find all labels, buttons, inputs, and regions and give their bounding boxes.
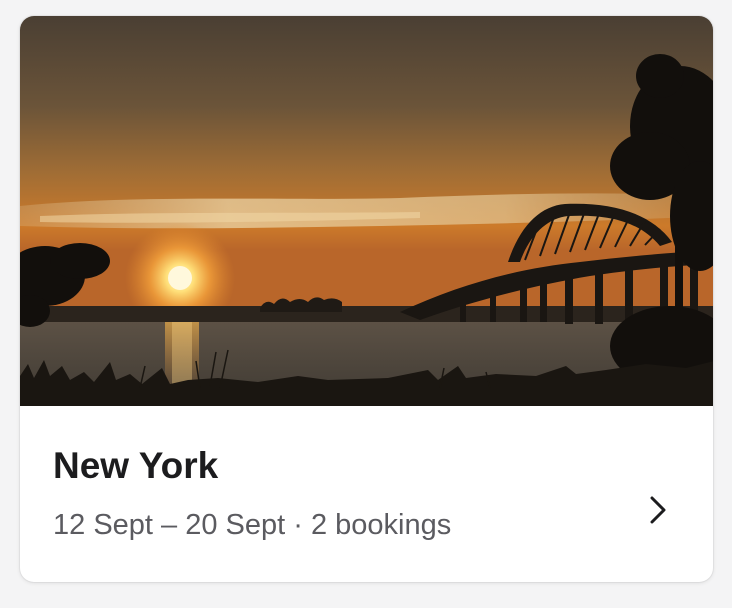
trip-card[interactable]: New York 12 Sept – 20 Sept · 2 bookings: [20, 16, 713, 582]
trip-photo: [20, 16, 713, 406]
chevron-right-icon[interactable]: [640, 490, 676, 530]
trip-info: New York 12 Sept – 20 Sept · 2 bookings: [20, 406, 713, 582]
trip-title: New York: [53, 445, 219, 486]
trip-dates: 12 Sept – 20 Sept: [53, 509, 286, 541]
details-separator: ·: [285, 509, 311, 541]
trip-bookings: 2 bookings: [310, 509, 452, 541]
trip-details: 12 Sept – 20 Sept · 2 bookings: [53, 507, 451, 543]
